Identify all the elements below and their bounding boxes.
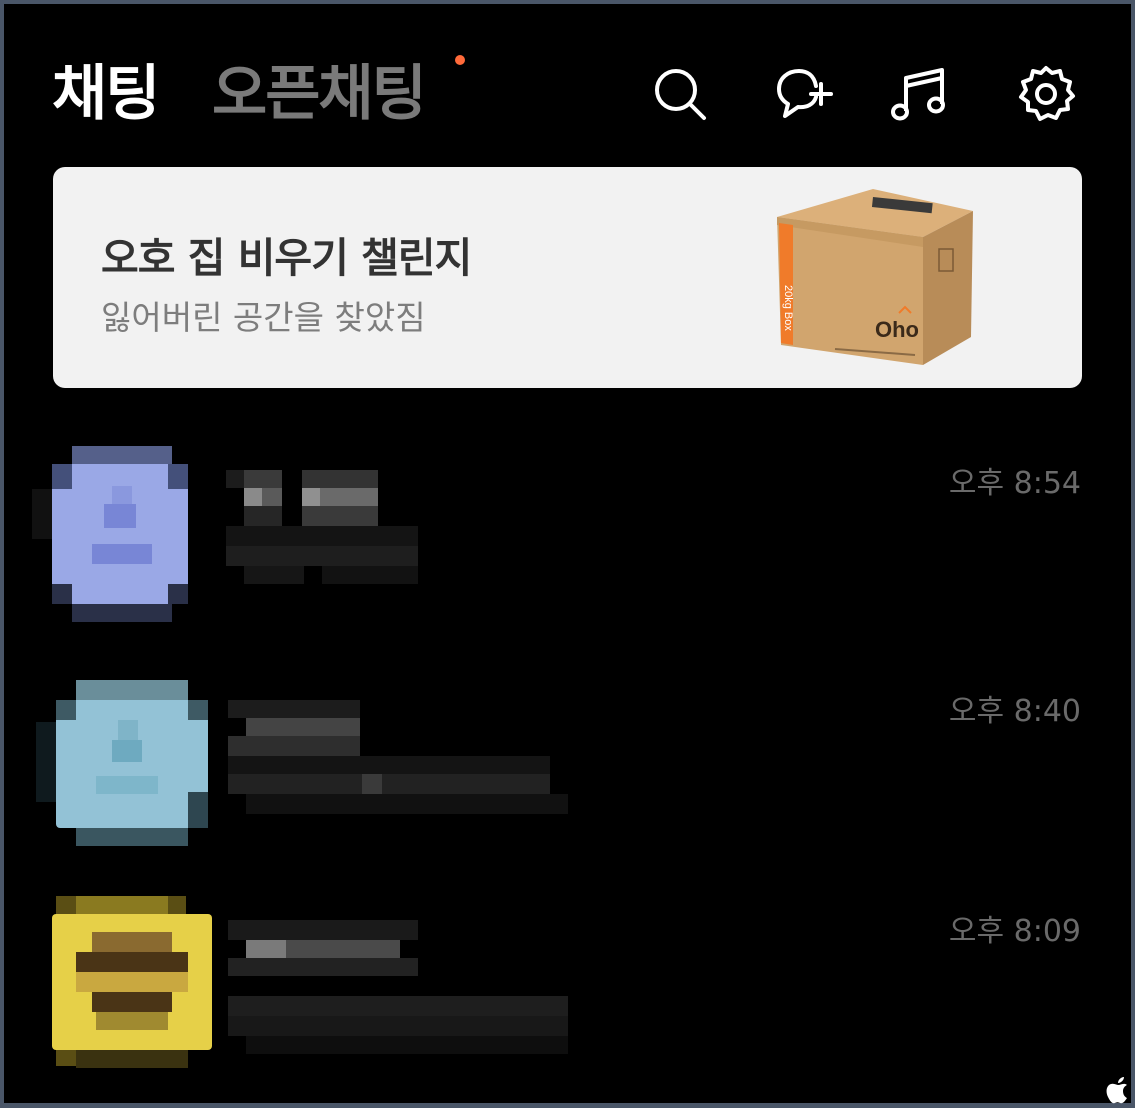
- chat-time: 오후 8:54: [948, 466, 1081, 501]
- chat-name-and-preview-redacted: [222, 672, 642, 852]
- box-logo-text: Oho: [875, 317, 919, 342]
- chat-name-and-preview-redacted: [222, 892, 642, 1072]
- avatar: [32, 672, 212, 852]
- settings-icon: [1019, 66, 1075, 121]
- chat-name-and-preview-redacted: [222, 444, 642, 624]
- chat-time: 오후 8:09: [948, 914, 1081, 949]
- music-button[interactable]: [890, 64, 950, 124]
- avatar: [32, 892, 212, 1072]
- search-icon: [655, 69, 706, 120]
- chat-list-item[interactable]: 오후 8:40: [4, 672, 1131, 852]
- new-chat-button[interactable]: [774, 64, 834, 124]
- new-chat-icon: [777, 69, 833, 118]
- tab-open-chat[interactable]: 오픈채팅: [212, 56, 427, 132]
- new-badge-dot: [455, 55, 465, 65]
- banner-subtitle: 잃어버린 공간을 찾았짐: [101, 298, 426, 337]
- cardboard-box-image: 20kg Box Oho: [777, 189, 973, 365]
- banner-title: 오호 집 비우기 챌린지: [101, 234, 472, 282]
- box-side-text: 20kg Box: [782, 285, 794, 331]
- header: 채팅 오픈채팅: [4, 4, 1131, 164]
- search-button[interactable]: [650, 64, 710, 124]
- avatar: [32, 444, 212, 624]
- settings-button[interactable]: [1016, 64, 1076, 124]
- chat-screen: 채팅 오픈채팅 오호 집 비우기 챌린지 잃어버린 공간을 찾았짐 20kg B…: [4, 4, 1131, 1103]
- apple-logo-icon: [1106, 1077, 1127, 1104]
- promo-banner[interactable]: 오호 집 비우기 챌린지 잃어버린 공간을 찾았짐 20kg Box Oho: [53, 167, 1082, 388]
- chat-list-item[interactable]: 오후 8:54: [4, 444, 1131, 624]
- chat-time: 오후 8:40: [948, 694, 1081, 729]
- chat-list-item[interactable]: 오후 8:09: [4, 892, 1131, 1072]
- tab-chat[interactable]: 채팅: [52, 56, 160, 132]
- music-icon: [891, 68, 945, 121]
